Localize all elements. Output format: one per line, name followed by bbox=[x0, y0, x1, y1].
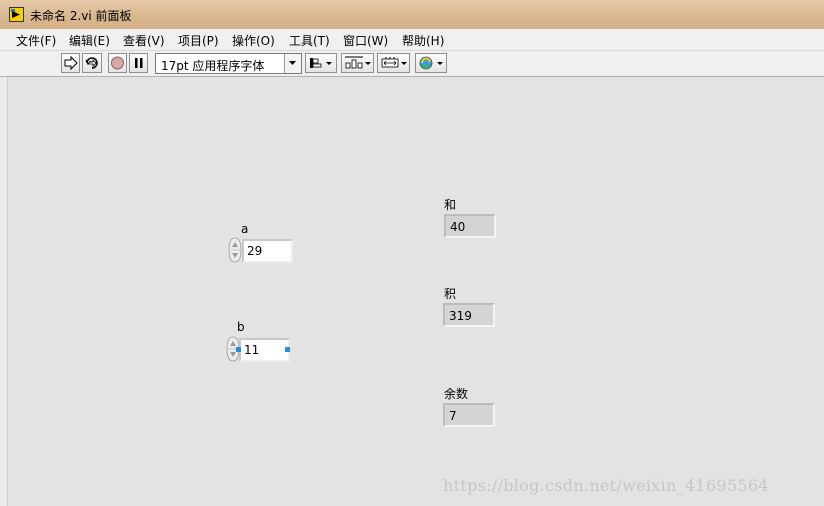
selection-handle-left[interactable] bbox=[236, 347, 241, 352]
control-a-label: a bbox=[241, 222, 249, 236]
toolbar: 17pt 应用程序字体 bbox=[0, 51, 824, 77]
selection-handle-right[interactable] bbox=[285, 347, 290, 352]
font-selector-dropdown[interactable] bbox=[284, 54, 301, 73]
control-b-label: b bbox=[237, 320, 245, 334]
menu-bar: 文件(F) 编辑(E) 查看(V) 项目(P) 操作(O) 工具(T) 窗口(W… bbox=[0, 29, 824, 51]
indicator-sum: 40 bbox=[444, 214, 496, 238]
indicator-remainder: 7 bbox=[443, 403, 495, 427]
control-a-numeric-input[interactable]: 29 bbox=[242, 239, 293, 263]
resize-objects-icon bbox=[381, 57, 407, 68]
indicator-product-value: 319 bbox=[449, 309, 472, 323]
chevron-down-icon bbox=[289, 61, 296, 65]
menu-tools[interactable]: 工具(T) bbox=[289, 32, 330, 49]
watermark-text: https://blog.csdn.net/weixin_41695564 bbox=[443, 476, 769, 495]
pause-button[interactable] bbox=[129, 53, 148, 73]
menu-window[interactable]: 窗口(W) bbox=[343, 32, 388, 49]
menu-help[interactable]: 帮助(H) bbox=[402, 32, 444, 49]
panel-left-edge bbox=[0, 77, 8, 506]
reorder-icon bbox=[419, 56, 443, 70]
font-selector-value: 17pt 应用程序字体 bbox=[161, 59, 265, 73]
pause-icon bbox=[135, 58, 143, 68]
labview-vi-icon bbox=[9, 7, 24, 22]
run-arrow-icon bbox=[64, 55, 78, 71]
title-bar[interactable]: 未命名 2.vi 前面板 bbox=[0, 0, 824, 30]
align-objects-button[interactable] bbox=[305, 53, 337, 73]
indicator-remainder-value: 7 bbox=[449, 409, 457, 423]
abort-execution-button[interactable] bbox=[108, 53, 127, 73]
font-selector[interactable]: 17pt 应用程序字体 bbox=[155, 53, 302, 74]
run-continuously-button[interactable] bbox=[82, 53, 102, 73]
run-button[interactable] bbox=[61, 53, 80, 73]
labview-front-panel-window: 未命名 2.vi 前面板 文件(F) 编辑(E) 查看(V) 项目(P) 操作(… bbox=[0, 0, 824, 506]
menu-view[interactable]: 查看(V) bbox=[123, 32, 165, 49]
window-title: 未命名 2.vi 前面板 bbox=[30, 9, 132, 23]
align-objects-icon bbox=[310, 58, 332, 68]
menu-file[interactable]: 文件(F) bbox=[16, 32, 56, 49]
resize-objects-button[interactable] bbox=[377, 53, 410, 73]
control-b-value: 11 bbox=[244, 343, 260, 357]
indicator-product-label: 积 bbox=[444, 287, 457, 301]
indicator-sum-label: 和 bbox=[444, 198, 457, 212]
menu-project[interactable]: 项目(P) bbox=[178, 32, 219, 49]
reorder-button[interactable] bbox=[415, 53, 447, 73]
stop-sign-icon bbox=[111, 56, 124, 70]
menu-operate[interactable]: 操作(O) bbox=[232, 32, 275, 49]
indicator-remainder-label: 余数 bbox=[444, 387, 469, 401]
indicator-sum-value: 40 bbox=[450, 220, 466, 234]
run-continuously-icon bbox=[85, 57, 98, 69]
control-a-value: 29 bbox=[247, 244, 263, 258]
control-b-numeric-input[interactable]: 11 bbox=[239, 338, 290, 362]
distribute-objects-icon bbox=[345, 56, 371, 69]
distribute-objects-button[interactable] bbox=[341, 53, 374, 73]
control-a-increment-decrement[interactable] bbox=[228, 237, 242, 263]
indicator-product: 319 bbox=[443, 303, 495, 327]
menu-edit[interactable]: 编辑(E) bbox=[69, 32, 110, 49]
